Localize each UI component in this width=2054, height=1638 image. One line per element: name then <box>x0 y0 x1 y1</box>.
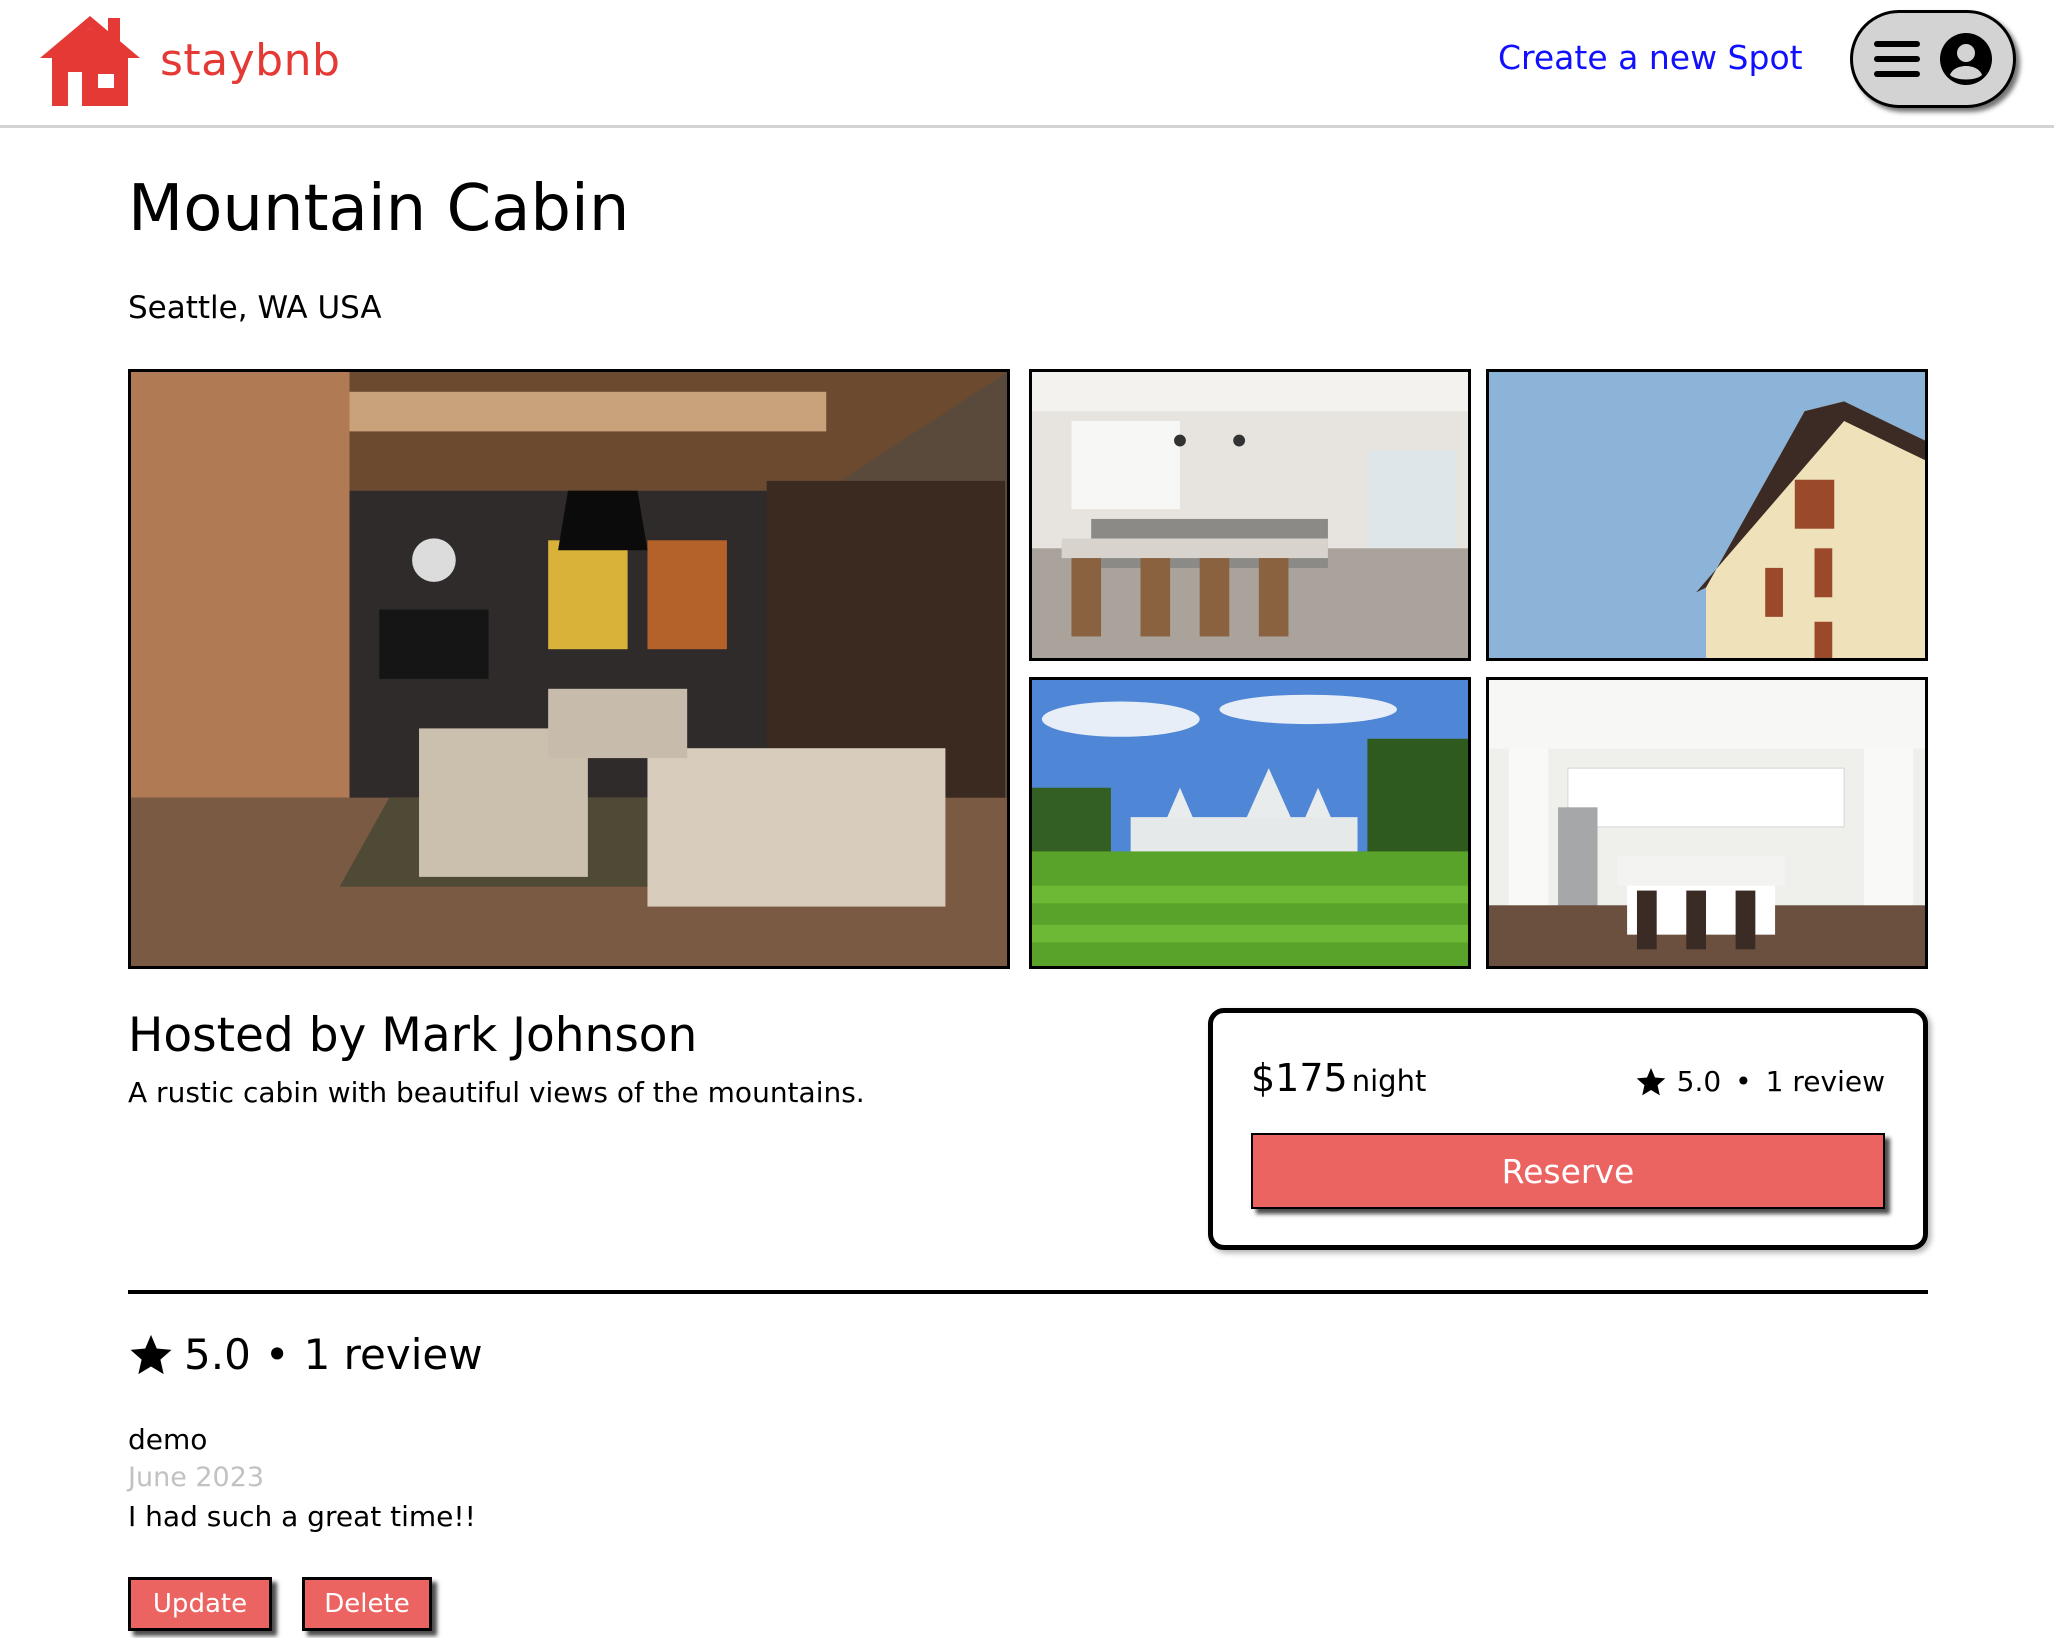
top-navbar: staybnb Create a new Spot <box>0 0 2054 128</box>
reviews-rating-value: 5.0 <box>184 1330 251 1379</box>
photo-house-lawn <box>1029 677 1471 969</box>
callout-rating-value: 5.0 <box>1676 1065 1722 1098</box>
reserve-button[interactable]: Reserve <box>1251 1133 1885 1209</box>
update-review-button[interactable]: Update <box>128 1577 272 1631</box>
menu-icon <box>1874 41 1920 77</box>
section-divider <box>128 1290 1928 1294</box>
photo-kitchen-bar-stools <box>1029 369 1471 661</box>
callout-rating: 5.0 • 1 review <box>1635 1065 1885 1098</box>
spot-location: Seattle, WA USA <box>128 290 382 326</box>
spot-description: A rustic cabin with beautiful views of t… <box>128 1076 865 1109</box>
star-icon <box>1636 1067 1665 1095</box>
house-icon <box>40 16 140 106</box>
create-spot-link[interactable]: Create a new Spot <box>1498 38 1803 77</box>
price-value: $175 <box>1251 1056 1348 1100</box>
host-heading: Hosted by Mark Johnson <box>128 1008 698 1063</box>
review-date: June 2023 <box>128 1462 265 1493</box>
photo-gallery <box>128 369 1928 969</box>
profile-menu-button[interactable] <box>1850 10 2016 108</box>
photo-white-kitchen-island <box>1486 677 1928 969</box>
delete-review-button[interactable]: Delete <box>302 1577 432 1631</box>
user-avatar-icon <box>1940 33 1992 85</box>
reviews-count: 1 review <box>303 1330 483 1379</box>
spot-title: Mountain Cabin <box>128 172 630 246</box>
price-per-night: $175 night <box>1251 1056 1426 1100</box>
reviews-summary: 5.0 • 1 review <box>128 1330 483 1379</box>
star-icon <box>130 1334 172 1374</box>
callout-review-count: 1 review <box>1765 1065 1885 1098</box>
review-author: demo <box>128 1423 208 1456</box>
separator-dot: • <box>1735 1065 1752 1098</box>
reserve-callout: $175 night 5.0 • 1 review Reserve <box>1208 1008 1928 1250</box>
review-text: I had such a great time!! <box>128 1500 476 1533</box>
brand-name: staybnb <box>160 34 341 86</box>
home-logo-link[interactable]: staybnb <box>38 12 340 108</box>
price-unit: night <box>1351 1064 1427 1098</box>
photo-house-gable-sky <box>1486 369 1928 661</box>
main-photo-living-room <box>128 369 1010 969</box>
separator-dot: • <box>264 1330 290 1379</box>
